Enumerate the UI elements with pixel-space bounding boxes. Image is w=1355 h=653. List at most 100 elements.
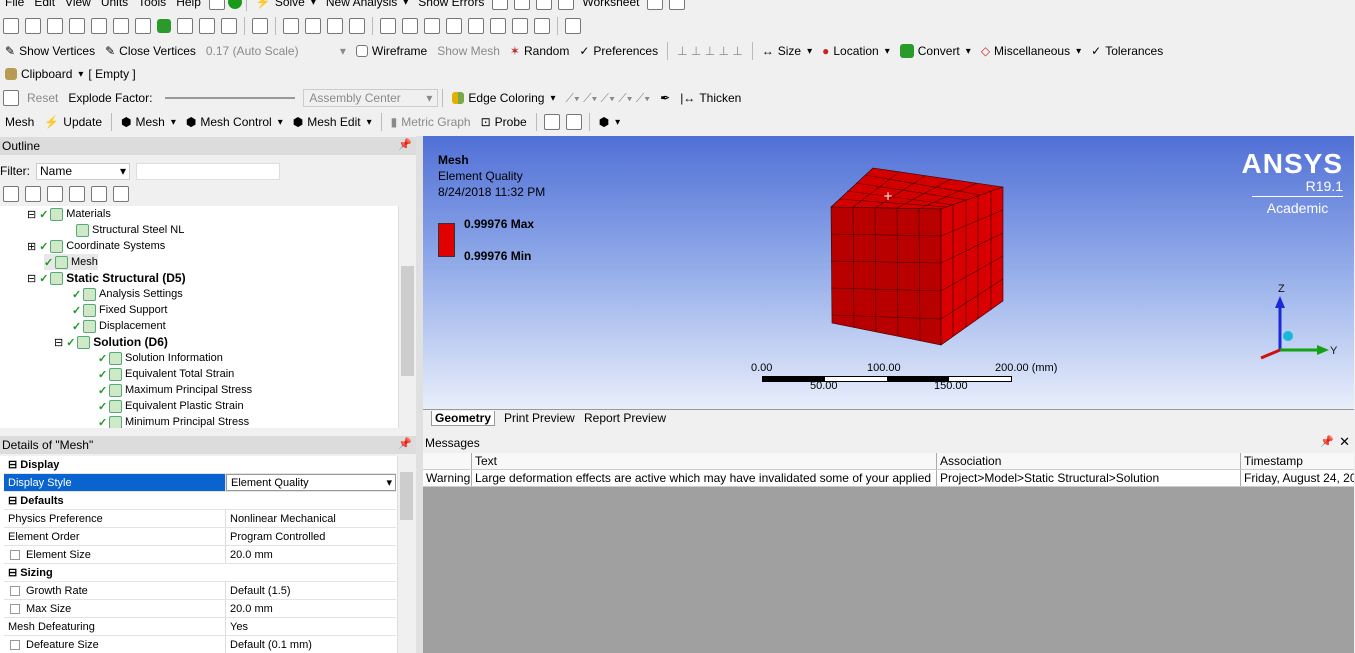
edge-coloring-button[interactable]: Edge Coloring bbox=[447, 88, 560, 108]
solve-button[interactable]: ⚡ Solve bbox=[251, 0, 321, 12]
show-mesh-button[interactable]: Show Mesh bbox=[432, 41, 505, 61]
zoom-icon[interactable] bbox=[327, 18, 343, 34]
filter-search-input[interactable] bbox=[136, 162, 280, 180]
image-icon[interactable] bbox=[558, 0, 575, 10]
mesh-dropdown[interactable]: ⬢ Mesh bbox=[116, 112, 181, 132]
tree-node[interactable]: ✓ Fixed Support bbox=[72, 302, 167, 318]
details-row[interactable]: Defeature Size Default (0.1 mm) bbox=[4, 636, 396, 653]
tree-node[interactable]: ✓ Displacement bbox=[72, 318, 166, 334]
tab-report-preview[interactable]: Report Preview bbox=[581, 411, 669, 425]
col-timestamp[interactable]: Timestamp bbox=[1241, 453, 1354, 469]
message-row[interactable]: Warning Large deformation effects are ac… bbox=[423, 470, 1354, 487]
close-vertices-button[interactable]: ✎ Close Vertices bbox=[100, 41, 201, 61]
tolerances-button[interactable]: ✓ Tolerances bbox=[1086, 41, 1168, 61]
edge-tools[interactable]: ⟋▾ ⟋▾ ⟋▾ ⟋▾ ⟋▾ bbox=[561, 88, 656, 108]
convert-button[interactable]: Convert bbox=[895, 41, 976, 61]
close-icon[interactable]: ✕ bbox=[1339, 434, 1350, 450]
details-scroll-thumb[interactable] bbox=[400, 472, 413, 520]
tab-geometry[interactable]: Geometry bbox=[431, 411, 496, 426]
menu-edit[interactable]: Edit bbox=[29, 0, 60, 12]
tab-print-preview[interactable]: Print Preview bbox=[501, 411, 578, 425]
box-zoom-icon[interactable] bbox=[349, 18, 365, 34]
tree-node[interactable]: ✓ Analysis Settings bbox=[72, 286, 183, 302]
metric-graph-button[interactable]: ▮ Metric Graph bbox=[386, 112, 476, 132]
explode-icon[interactable] bbox=[3, 90, 19, 106]
face-select-icon[interactable] bbox=[91, 18, 107, 34]
details-row[interactable]: Mesh Defeaturing Yes bbox=[4, 618, 396, 636]
outline-scrollbar[interactable] bbox=[398, 206, 416, 428]
extend-limits-icon[interactable] bbox=[221, 18, 237, 34]
details-row[interactable]: Max Size 20.0 mm bbox=[4, 600, 396, 618]
size-button[interactable]: ↔ Size bbox=[757, 41, 817, 61]
menu-help[interactable]: Help bbox=[171, 0, 206, 12]
viewport-icon[interactable] bbox=[565, 18, 581, 34]
body-select-icon[interactable] bbox=[135, 18, 151, 34]
outline-scroll-thumb[interactable] bbox=[401, 266, 414, 376]
menu-units[interactable]: Units bbox=[96, 0, 133, 12]
cube-select-icon[interactable] bbox=[252, 18, 268, 34]
col-text[interactable]: Text bbox=[472, 453, 937, 469]
thicken-button[interactable]: |↔ Thicken bbox=[675, 88, 746, 108]
tree-node[interactable]: ✓ Equivalent Total Strain bbox=[98, 366, 234, 382]
next-view-icon[interactable] bbox=[512, 18, 528, 34]
pin-icon[interactable]: 📌 bbox=[398, 437, 412, 450]
details-row[interactable]: Element Order Program Controlled bbox=[4, 528, 396, 546]
assembly-center-dropdown[interactable]: Assembly Center ▾ bbox=[303, 89, 439, 107]
details-group[interactable]: ⊟ Defaults bbox=[4, 492, 396, 510]
details-row[interactable]: Element Size 20.0 mm bbox=[4, 546, 396, 564]
menu-view[interactable]: View bbox=[60, 0, 96, 12]
folder-icon[interactable] bbox=[91, 186, 107, 202]
mesh-edit-dropdown[interactable]: ⬢ Mesh Edit bbox=[288, 112, 377, 132]
col-association[interactable]: Association bbox=[937, 453, 1241, 469]
details-scrollbar[interactable] bbox=[397, 456, 416, 653]
update-button[interactable]: ⚡ Update bbox=[39, 112, 107, 132]
tree-node[interactable]: ⊟ ✓ Solution (D6) bbox=[54, 334, 168, 350]
sort-icon[interactable] bbox=[113, 186, 129, 202]
pin-icon[interactable]: 📌 bbox=[1320, 435, 1334, 448]
clear-icon[interactable] bbox=[25, 186, 41, 202]
min-icon[interactable] bbox=[565, 114, 582, 130]
tree-node[interactable]: ✓ Maximum Principal Stress bbox=[98, 382, 252, 398]
tree-node[interactable]: ✓ Equivalent Plastic Strain bbox=[98, 398, 244, 414]
panel-splitter[interactable] bbox=[416, 136, 423, 653]
extend-icon[interactable] bbox=[177, 18, 193, 34]
miscellaneous-button[interactable]: ◇ Miscellaneous bbox=[976, 41, 1086, 61]
checkbox[interactable] bbox=[10, 549, 20, 560]
zoom-in-icon[interactable] bbox=[424, 18, 440, 34]
wireframe-button[interactable]: Wireframe bbox=[351, 41, 432, 61]
details-row[interactable]: Physics Preference Nonlinear Mechanical bbox=[4, 510, 396, 528]
mesh-control-dropdown[interactable]: ⬢ Mesh Control bbox=[181, 112, 288, 132]
text-icon[interactable] bbox=[536, 0, 553, 10]
menu-file[interactable]: File bbox=[0, 0, 29, 12]
details-group[interactable]: ⊟ Display bbox=[4, 456, 396, 474]
body-green-icon[interactable] bbox=[157, 19, 171, 33]
iso-icon[interactable] bbox=[468, 18, 484, 34]
new-analysis-button[interactable]: New Analysis bbox=[321, 0, 413, 12]
expand-icon[interactable] bbox=[69, 186, 85, 202]
checkbox[interactable] bbox=[10, 603, 20, 614]
dimension-tools[interactable]: ⊥ ⊥ ⊥ ⊥ ⊥ bbox=[672, 41, 748, 61]
vertex-icon[interactable] bbox=[47, 18, 63, 34]
pan-icon[interactable] bbox=[305, 18, 321, 34]
tree-icon[interactable] bbox=[47, 186, 63, 202]
reset-button[interactable]: Reset bbox=[22, 88, 63, 108]
checkbox[interactable] bbox=[10, 639, 20, 650]
select-point-icon[interactable] bbox=[3, 18, 19, 34]
rotate-icon[interactable] bbox=[283, 18, 299, 34]
worksheet-button[interactable]: Worksheet bbox=[577, 0, 644, 12]
menu-tools[interactable]: Tools bbox=[133, 0, 171, 12]
clipboard-button[interactable]: Clipboard bbox=[0, 64, 88, 84]
tag-icon[interactable] bbox=[669, 0, 686, 10]
refresh-icon[interactable] bbox=[3, 186, 19, 202]
zoom-out-icon[interactable] bbox=[446, 18, 462, 34]
previous-view-icon[interactable] bbox=[490, 18, 506, 34]
zoom-box-icon[interactable] bbox=[402, 18, 418, 34]
extend-adjacent-icon[interactable] bbox=[199, 18, 215, 34]
cursor-icon[interactable] bbox=[69, 18, 85, 34]
details-group[interactable]: ⊟ Sizing bbox=[4, 564, 396, 582]
bookmark-icon[interactable] bbox=[492, 0, 509, 10]
show-errors-button[interactable]: Show Errors bbox=[413, 0, 489, 12]
max-icon[interactable] bbox=[543, 114, 560, 130]
abc-icon[interactable] bbox=[514, 0, 531, 10]
tree-node[interactable]: ⊞ ✓ Coordinate Systems bbox=[27, 238, 165, 254]
